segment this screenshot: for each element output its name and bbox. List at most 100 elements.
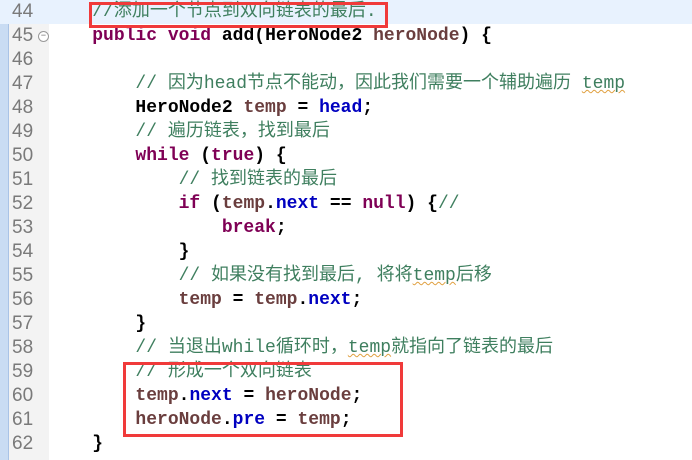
line-number: 60 [12, 385, 34, 406]
code-line[interactable]: 49 // 遍历链表，找到最后 [0, 120, 692, 144]
code-token: temp [581, 74, 626, 94]
code-line[interactable]: 47 // 因为head节点不能动，因此我们需要一个辅助遍历 temp [0, 72, 692, 96]
code-token: heroNode [373, 26, 460, 46]
code-line[interactable]: 53 break; [0, 216, 692, 240]
line-number: 47 [12, 73, 34, 94]
code-text: // 如果没有找到最后, 将将temp后移 [49, 264, 492, 288]
code-token: // 如果没有找到最后, 将将 [178, 266, 413, 286]
highlight-box-link-code [123, 362, 403, 437]
code-token: ; [351, 290, 363, 310]
line-number: 56 [12, 289, 34, 310]
code-token: ; [362, 98, 374, 118]
code-token: // 当退出while循环时， [135, 338, 348, 358]
code-text: while (true) { [49, 144, 287, 168]
code-line[interactable]: 56 temp = temp.next; [0, 288, 692, 312]
code-token: ) { [459, 26, 492, 46]
code-token: = [221, 290, 255, 310]
line-number: 61 [12, 409, 34, 430]
code-token: . [297, 290, 309, 310]
code-text: break; [49, 216, 287, 240]
code-token: temp [347, 338, 392, 358]
line-number: 55 [12, 265, 34, 286]
code-text: } [49, 432, 103, 456]
code-token: } [49, 314, 147, 334]
line-number: 57 [12, 313, 34, 334]
fold-collapse-icon[interactable]: − [38, 31, 49, 42]
code-text: } [49, 240, 190, 264]
code-text: temp = temp.next; [49, 288, 363, 312]
code-line[interactable]: 57 } [0, 312, 692, 336]
line-number: 51 [12, 169, 34, 190]
line-number: 52 [12, 193, 34, 214]
code-token: temp [221, 194, 266, 214]
line-number: 59 [12, 361, 34, 382]
code-token: 后移 [455, 266, 492, 286]
code-token: ; [275, 218, 287, 238]
code-token: public [92, 26, 158, 46]
code-token: // [437, 194, 460, 214]
code-line[interactable]: 46 [0, 48, 692, 72]
highlight-box-comment [89, 2, 388, 28]
line-number: 44 [12, 1, 34, 22]
code-token: temp [254, 290, 298, 310]
code-token: while [135, 146, 190, 166]
code-token: null [362, 194, 406, 214]
code-text: // 遍历链表，找到最后 [49, 120, 330, 144]
code-token: // 找到链表的最后 [178, 170, 338, 190]
line-number: 53 [12, 217, 34, 238]
code-line[interactable]: 55 // 如果没有找到最后, 将将temp后移 [0, 264, 692, 288]
line-number: 46 [12, 49, 34, 70]
code-token: void [167, 26, 212, 46]
code-token: ( [200, 194, 222, 214]
code-line[interactable]: 50 while (true) { [0, 144, 692, 168]
code-token: temp [243, 98, 287, 118]
code-line[interactable]: 54 } [0, 240, 692, 264]
code-token: HeroNode2 [49, 98, 244, 118]
code-token: } [49, 242, 190, 262]
code-text: HeroNode2 temp = head; [49, 96, 373, 120]
code-token: next [308, 290, 352, 310]
code-token: ) { [254, 146, 287, 166]
code-line[interactable]: 51 // 找到链表的最后 [0, 168, 692, 192]
code-token: // 遍历链表，找到最后 [135, 122, 330, 142]
code-token: == [319, 194, 363, 214]
code-text: } [49, 312, 146, 336]
code-text: if (temp.next == null) {// [49, 192, 460, 216]
line-number: 54 [12, 241, 34, 262]
code-token: . [265, 194, 276, 214]
code-text: // 找到链表的最后 [49, 168, 337, 192]
code-token: next [275, 194, 320, 214]
code-token: true [211, 146, 255, 166]
code-token: temp [178, 290, 222, 310]
code-token: } [49, 434, 104, 454]
code-text: // 因为head节点不能动，因此我们需要一个辅助遍历 temp [49, 72, 625, 96]
code-token: ( [189, 146, 212, 166]
code-text: // 当退出while循环时，temp就指向了链表的最后 [49, 336, 553, 360]
code-token: add(HeroNode2 [211, 26, 374, 46]
code-line[interactable]: 58 // 当退出while循环时，temp就指向了链表的最后 [0, 336, 692, 360]
code-line[interactable]: 52 if (temp.next == null) {// [0, 192, 692, 216]
line-number: 50 [12, 145, 34, 166]
code-line[interactable]: 48 HeroNode2 temp = head; [0, 96, 692, 120]
code-token: temp [412, 266, 456, 286]
code-token: head [319, 98, 363, 118]
code-token: ) { [405, 194, 438, 214]
code-token: break [221, 218, 276, 238]
line-number: 58 [12, 337, 34, 358]
line-number: 48 [12, 97, 34, 118]
code-token: // 因为head节点不能动，因此我们需要一个辅助遍历 [135, 74, 582, 94]
code-token: 就指向了链表的最后 [391, 338, 554, 358]
code-token: if [178, 194, 201, 214]
